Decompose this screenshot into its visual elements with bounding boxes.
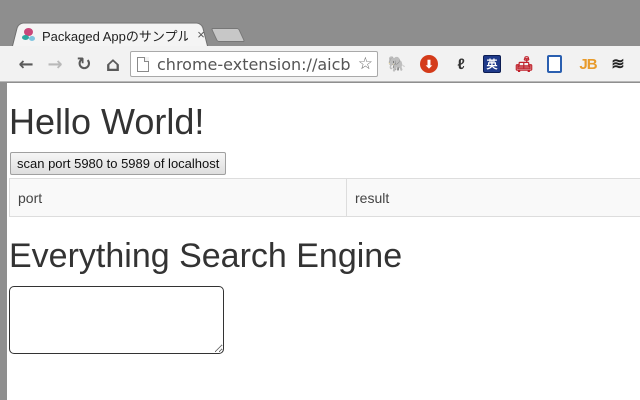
buffer-icon[interactable]: ≋ [609, 55, 627, 73]
home-icon[interactable]: ⌂ [103, 52, 123, 76]
close-tab-icon[interactable]: × [194, 28, 208, 42]
reload-icon[interactable]: ↻ [74, 54, 94, 75]
packaged-app-icon [22, 28, 36, 42]
new-tab-button[interactable] [210, 28, 246, 42]
feather-icon[interactable]: ℓ [452, 55, 470, 73]
back-icon[interactable]: ← [16, 54, 36, 75]
eiji-icon[interactable]: 英 [483, 55, 501, 73]
sofa-icon[interactable]: 🛋 [514, 55, 533, 73]
tab-title: Packaged Appのサンプル [42, 28, 189, 44]
page-icon [137, 56, 149, 72]
search-input[interactable] [9, 286, 224, 354]
jb-icon[interactable]: JB [578, 55, 598, 73]
tab-strip: Packaged Appのサンプル × [0, 0, 640, 46]
result-column-header: result [346, 178, 640, 217]
port-column-header: port [9, 178, 347, 217]
page-content: Hello World! scan port 5980 to 5989 of l… [7, 83, 640, 400]
address-bar[interactable]: chrome-extension://aicb ☆ [130, 51, 378, 77]
search-heading: Everything Search Engine [9, 237, 403, 275]
page-heading: Hello World! [9, 101, 205, 142]
browser-toolbar: ← → ↻ ⌂ chrome-extension://aicb ☆ 🐘 ⬇ ℓ … [0, 46, 640, 82]
bookmark-star-icon[interactable]: ☆ [355, 54, 373, 74]
active-tab-content[interactable]: Packaged Appのサンプル × [22, 24, 208, 46]
forward-icon[interactable]: → [45, 54, 65, 75]
table-header-row: port result [9, 178, 640, 217]
adblock-icon[interactable]: ⬇ [420, 55, 438, 73]
document-icon[interactable] [547, 55, 562, 73]
port-result-table: port result [9, 178, 640, 217]
scan-port-button[interactable]: scan port 5980 to 5989 of localhost [10, 152, 227, 175]
evernote-icon[interactable]: 🐘 [388, 55, 407, 73]
address-url: chrome-extension://aicb [157, 54, 351, 74]
